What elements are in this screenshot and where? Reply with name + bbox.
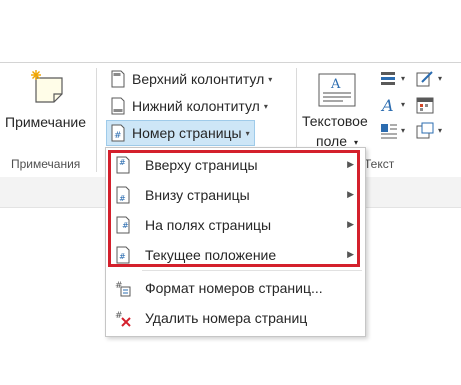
chevron-down-icon: ▾ xyxy=(401,126,406,135)
signature-line-icon[interactable] xyxy=(416,70,434,88)
page-number-icon: # xyxy=(116,246,130,264)
object-icon[interactable] xyxy=(416,122,434,140)
svg-text:#: # xyxy=(122,221,129,230)
header-button[interactable]: Верхний колонтитул ▾ xyxy=(110,69,272,89)
menu-item-label: На полях страницы xyxy=(145,217,272,233)
ribbon-tab-strip xyxy=(0,0,461,62)
svg-text:#: # xyxy=(119,252,126,261)
svg-text:#: # xyxy=(115,311,123,321)
page-number-icon: # xyxy=(116,216,130,234)
chevron-down-icon: ▾ xyxy=(401,74,406,83)
quick-parts-icon[interactable] xyxy=(380,70,398,88)
drop-cap-icon[interactable] xyxy=(380,122,398,140)
svg-text:#: # xyxy=(119,158,126,167)
submenu-arrow-icon: ▶ xyxy=(347,219,354,229)
page-number-icon: # xyxy=(116,156,130,174)
group-separator xyxy=(296,68,297,148)
new-comment-label: Примечание xyxy=(5,114,87,130)
submenu-arrow-icon: ▶ xyxy=(347,249,354,259)
menu-item-label: Вверху страницы xyxy=(145,157,258,173)
chevron-down-icon: ▾ xyxy=(268,74,273,84)
menu-item-bottom-of-page[interactable]: # Внизу страницы ▶ xyxy=(106,180,365,210)
footer-label: Нижний колонтитул xyxy=(132,98,260,114)
menu-item-remove-page-numbers[interactable]: # Удалить номера страниц xyxy=(106,303,365,333)
menu-item-label: Текущее положение xyxy=(145,247,277,263)
header-icon xyxy=(111,70,125,88)
svg-text:A: A xyxy=(330,77,341,92)
format-page-numbers-icon: # xyxy=(115,281,131,297)
comments-group-label: Примечания xyxy=(11,157,81,171)
remove-page-numbers-icon: # xyxy=(115,311,131,327)
page-number-menu: # Вверху страницы ▶ # Внизу страницы ▶ #… xyxy=(105,147,366,337)
textbox-icon: A xyxy=(318,73,356,107)
svg-text:#: # xyxy=(114,131,122,141)
new-comment-icon xyxy=(31,70,63,103)
chevron-down-icon: ▾ xyxy=(263,101,268,111)
header-label: Верхний колонтитул xyxy=(132,71,265,87)
menu-item-page-margins[interactable]: # На полях страницы ▶ xyxy=(106,210,365,240)
page-number-button[interactable]: # Номер страницы ▾ xyxy=(106,120,255,146)
chevron-down-icon: ▾ xyxy=(438,74,443,83)
date-time-icon[interactable] xyxy=(416,96,434,114)
chevron-down-icon: ▾ xyxy=(438,126,443,135)
submenu-arrow-icon: ▶ xyxy=(347,159,354,169)
svg-text:A: A xyxy=(380,96,394,114)
menu-separator xyxy=(142,270,362,271)
textbox-label-line1: Текстовое xyxy=(302,113,368,129)
menu-item-label: Внизу страницы xyxy=(145,187,250,203)
menu-item-top-of-page[interactable]: # Вверху страницы ▶ xyxy=(106,150,365,180)
wordart-icon[interactable]: A xyxy=(380,96,398,114)
svg-text:#: # xyxy=(119,194,126,203)
menu-item-format-page-numbers[interactable]: # Формат номеров страниц... xyxy=(106,273,365,303)
text-group-label: Текст xyxy=(364,157,395,171)
menu-item-current-position[interactable]: # Текущее положение ▶ xyxy=(106,240,365,270)
footer-icon xyxy=(111,97,125,115)
footer-button[interactable]: Нижний колонтитул ▾ xyxy=(110,96,268,116)
page-number-icon: # xyxy=(116,186,130,204)
page-number-label: Номер страницы xyxy=(132,125,242,141)
menu-item-label: Формат номеров страниц... xyxy=(145,280,323,296)
chevron-down-icon: ▾ xyxy=(401,100,406,109)
chevron-down-icon: ▾ xyxy=(245,128,250,138)
menu-item-label: Удалить номера страниц xyxy=(145,310,308,326)
page-number-icon: # xyxy=(111,124,125,142)
group-separator xyxy=(96,68,97,172)
submenu-arrow-icon: ▶ xyxy=(347,189,354,199)
chevron-down-icon: ▾ xyxy=(354,138,359,147)
